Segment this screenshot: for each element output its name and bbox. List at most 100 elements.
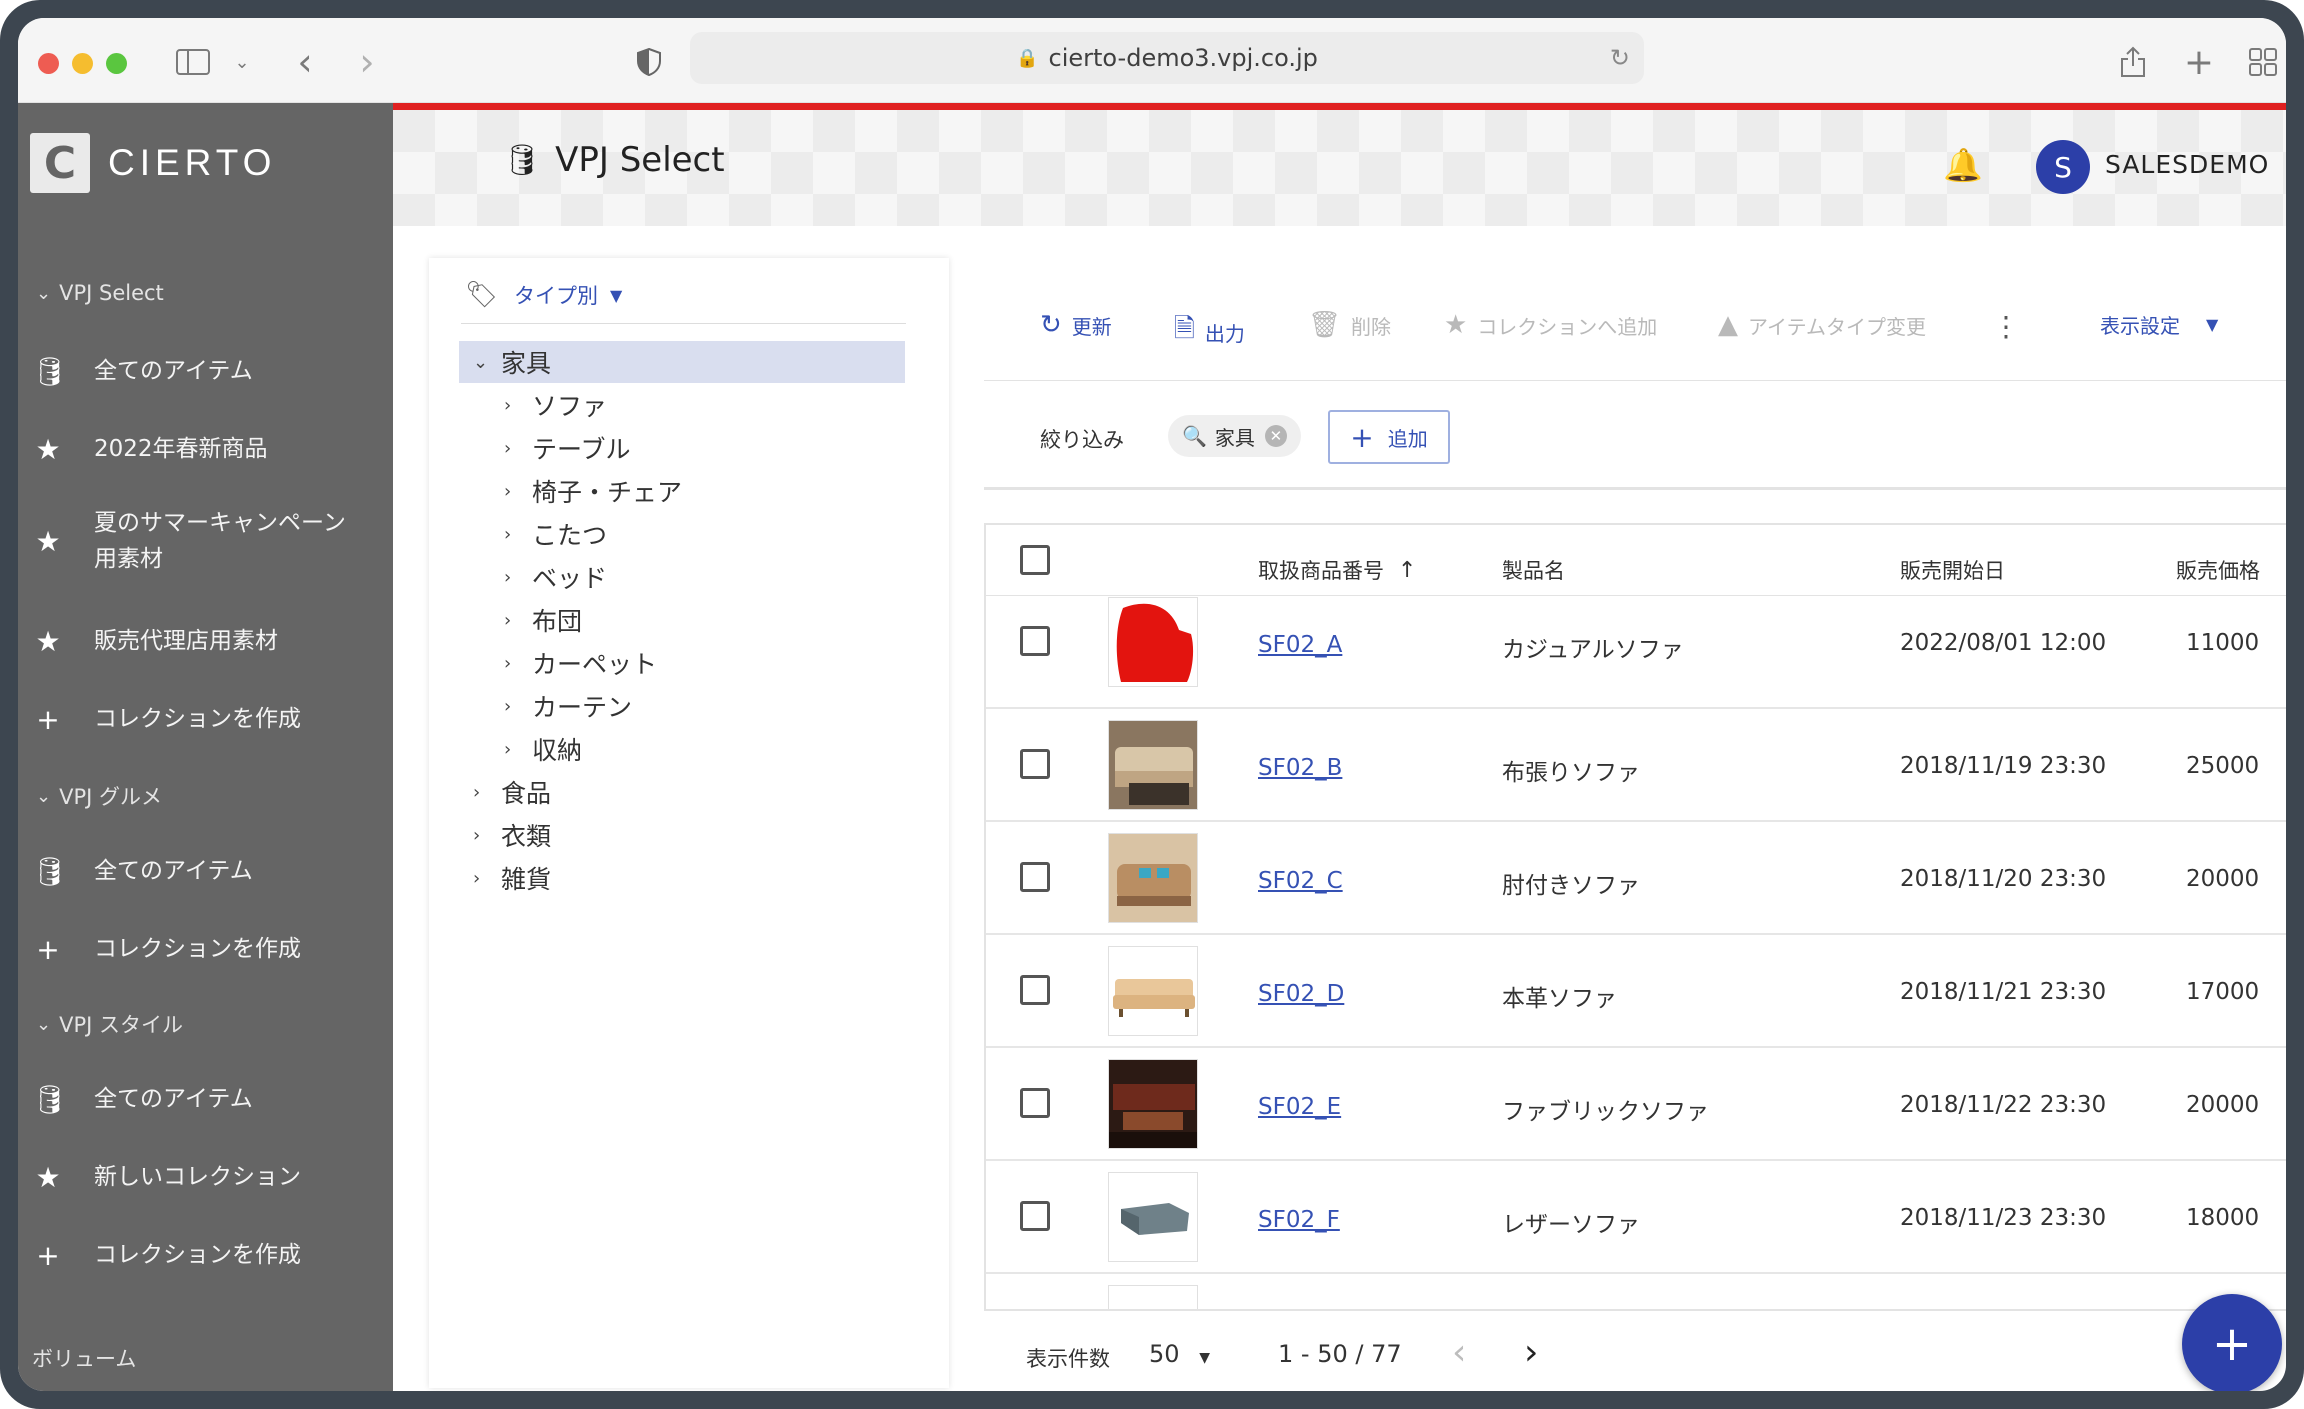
table-row[interactable]: SF02_F レザーソファ 2018/11/23 23:30 18000 (986, 1161, 2286, 1274)
change-item-type-button[interactable]: ▲ アイテムタイプ変更 (1718, 310, 1926, 340)
product-thumbnail[interactable] (1108, 946, 1198, 1036)
product-id-link[interactable]: SF02_B (1258, 755, 1342, 781)
add-filter-button[interactable]: + 追加 (1328, 410, 1450, 464)
chevron-down-icon[interactable]: ⌄ (230, 42, 254, 82)
tree-node[interactable]: › テーブル (504, 427, 631, 469)
table-row[interactable]: SF02_B 布張りソファ 2018/11/19 23:30 25000 (986, 709, 2286, 822)
row-checkbox[interactable] (1020, 1088, 1050, 1118)
sidebar-item-all-items[interactable]: 🛢 全てのアイテム (32, 353, 382, 389)
tree-node[interactable]: › ベッド (504, 556, 607, 598)
export-button[interactable]: 🗎 出力 (1174, 310, 1245, 354)
product-id-link[interactable]: SF02_F (1258, 1207, 1340, 1233)
row-checkbox[interactable] (1020, 1201, 1050, 1231)
close-window-button[interactable] (38, 53, 59, 74)
row-checkbox[interactable] (1020, 626, 1050, 656)
back-icon[interactable]: ‹ (290, 40, 320, 84)
remove-filter-icon[interactable]: ✕ (1264, 425, 1287, 447)
product-name: レザーソファ (1502, 1212, 1640, 1238)
tree-node[interactable]: › こたつ (504, 513, 607, 555)
product-id-link[interactable]: SF02_E (1258, 1094, 1341, 1120)
star-plus-icon: ★ (1444, 310, 1468, 340)
sidebar-toggle-icon[interactable] (173, 42, 213, 82)
add-item-fab[interactable]: + (2182, 1294, 2282, 1391)
tree-node[interactable]: › ソファ (504, 384, 607, 426)
share-icon[interactable] (2116, 42, 2150, 82)
column-header-start-date[interactable]: 販売開始日 (1900, 555, 2005, 585)
sidebar-group-vpj-style[interactable]: ⌄ VPJ スタイル (36, 1009, 183, 1039)
filter-chip[interactable]: 🔍 家具 ✕ (1168, 415, 1301, 457)
tree-type-selector[interactable]: 🏷 タイプ別 ▼ (465, 280, 622, 310)
product-thumbnail[interactable] (1108, 1059, 1198, 1149)
sidebar-volume-label[interactable]: ボリューム (32, 1343, 136, 1373)
reload-icon[interactable]: ↻ (1610, 44, 1630, 72)
sidebar-item-collection[interactable]: ★ 新しいコレクション (32, 1159, 382, 1195)
sidebar-group-vpj-gourmet[interactable]: ⌄ VPJ グルメ (36, 781, 162, 811)
start-date: 2018/11/21 23:30 (1900, 979, 2107, 1005)
tab-overview-icon[interactable] (2246, 42, 2280, 82)
avatar[interactable]: S (2036, 140, 2090, 194)
notification-bell-icon[interactable]: 🔔 (1943, 146, 1983, 184)
product-thumbnail[interactable] (1108, 720, 1198, 810)
zoom-window-button[interactable] (106, 53, 127, 74)
more-menu-icon[interactable]: ⋮ (1992, 310, 2020, 343)
new-tab-icon[interactable]: + (2182, 42, 2216, 83)
price: 20000 (2186, 1092, 2260, 1118)
sidebar-item-all-items[interactable]: 🛢 全てのアイテム (32, 1081, 382, 1117)
next-page-icon[interactable]: › (1524, 1332, 1538, 1373)
username[interactable]: SALESDEMO (2105, 150, 2269, 179)
tree-node[interactable]: › 食品 (473, 771, 551, 813)
tree-node[interactable]: › 雑貨 (473, 857, 551, 899)
column-header-name[interactable]: 製品名 (1502, 555, 1565, 585)
refresh-button[interactable]: ↻ 更新 (1040, 310, 1112, 340)
row-checkbox[interactable] (1020, 862, 1050, 892)
tree-node[interactable]: › 布団 (504, 599, 582, 641)
row-checkbox[interactable] (1020, 975, 1050, 1005)
pagination-range: 1 - 50 / 77 (1278, 1340, 1402, 1368)
select-all-checkbox[interactable] (1020, 545, 1050, 575)
delete-button[interactable]: 🗑 削除 (1308, 310, 1391, 340)
product-id-link[interactable]: SF02_D (1258, 981, 1344, 1007)
sidebar-item-create-collection[interactable]: + コレクションを作成 (32, 701, 382, 737)
chevron-down-icon: ⌄ (473, 351, 489, 373)
tree-node[interactable]: › 収納 (504, 728, 582, 770)
start-date: 2018/11/19 23:30 (1900, 753, 2107, 779)
table-row[interactable]: SF02_D 本革ソファ 2018/11/21 23:30 17000 (986, 935, 2286, 1048)
column-header-price[interactable]: 販売価格 (2176, 555, 2260, 585)
start-date: 2018/11/20 23:30 (1900, 866, 2107, 892)
minimize-window-button[interactable] (72, 53, 93, 74)
sidebar-item-collection[interactable]: ★ 販売代理店用素材 (32, 623, 382, 659)
tree-node[interactable]: › カーテン (504, 685, 632, 727)
row-checkbox[interactable] (1020, 749, 1050, 779)
table-row[interactable]: SF02_E ファブリックソファ 2018/11/22 23:30 20000 (986, 1048, 2286, 1161)
table-row[interactable] (986, 1274, 2286, 1309)
tree-node[interactable]: › 衣類 (473, 814, 551, 856)
chevron-down-icon: ⌄ (36, 1013, 52, 1035)
display-settings-dropdown[interactable]: 表示設定 ▼ (2100, 310, 2218, 339)
sidebar-item-collection[interactable]: ★ 夏のサマーキャンペーン用素材 (32, 505, 382, 577)
address-bar[interactable]: 🔒 cierto-demo3.vpj.co.jp ↻ (690, 32, 1644, 84)
forward-icon[interactable]: › (352, 40, 382, 84)
table-row[interactable]: SF02_C 肘付きソファ 2018/11/20 23:30 20000 (986, 822, 2286, 935)
tree-node[interactable]: › カーペット (504, 642, 657, 684)
product-thumbnail[interactable] (1108, 597, 1198, 687)
previous-page-icon[interactable]: ‹ (1452, 1332, 1466, 1373)
product-id-link[interactable]: SF02_C (1258, 868, 1343, 894)
sidebar-item-create-collection[interactable]: + コレクションを作成 (32, 931, 382, 967)
product-thumbnail[interactable] (1108, 1285, 1198, 1309)
privacy-shield-icon[interactable] (632, 42, 666, 82)
product-thumbnail[interactable] (1108, 833, 1198, 923)
brand-logo[interactable]: C CIERTO (30, 133, 276, 193)
product-thumbnail[interactable] (1108, 1172, 1198, 1262)
star-icon: ★ (35, 524, 61, 558)
add-to-collection-button[interactable]: ★ コレクションへ追加 (1444, 310, 1657, 340)
column-header-id[interactable]: 取扱商品番号 ↑ (1258, 555, 1416, 585)
tree-node-furniture[interactable]: ⌄ 家具 (459, 341, 905, 383)
per-page-select[interactable]: 50 ▼ (1149, 1340, 1210, 1368)
table-row[interactable]: SF02_A カジュアルソファ 2022/08/01 12:00 11000 (986, 596, 2286, 709)
sidebar-item-collection[interactable]: ★ 2022年春新商品 (32, 431, 382, 467)
tree-node[interactable]: › 椅子・チェア (504, 470, 682, 512)
product-id-link[interactable]: SF02_A (1258, 632, 1342, 658)
sidebar-item-create-collection[interactable]: + コレクションを作成 (32, 1237, 382, 1273)
sidebar-item-all-items[interactable]: 🛢 全てのアイテム (32, 853, 382, 889)
sidebar-group-vpj-select[interactable]: ⌄ VPJ Select (36, 281, 164, 305)
